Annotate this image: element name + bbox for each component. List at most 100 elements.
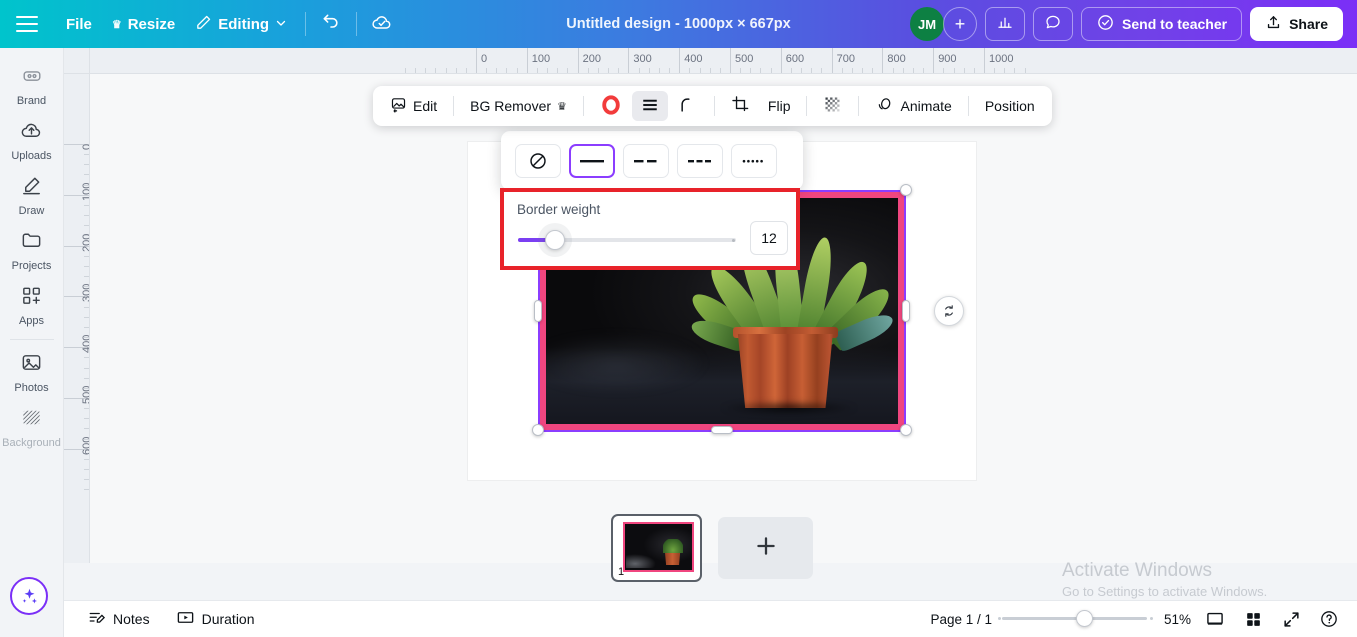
sidebar-item-projects[interactable]: Projects	[2, 222, 62, 277]
ruler-minor-tick	[455, 68, 457, 73]
border-style-short-dash[interactable]	[677, 144, 723, 178]
flip-button[interactable]: Flip	[760, 91, 799, 121]
border-weight-input[interactable]: 12	[750, 221, 788, 255]
editing-mode-button[interactable]: Editing	[185, 8, 297, 41]
add-collaborator-button[interactable]: +	[943, 7, 978, 41]
ruler-minor-tick	[84, 428, 89, 430]
ruler-minor-tick	[973, 68, 975, 73]
share-button[interactable]: Share	[1250, 7, 1343, 41]
slider-thumb[interactable]	[545, 230, 565, 250]
sparkle-icon[interactable]	[10, 577, 48, 615]
resize-button[interactable]: ♛ Resize	[102, 10, 185, 39]
ruler-minor-tick	[994, 68, 996, 73]
expand-icon[interactable]	[1277, 605, 1305, 633]
avatar-initials: JM	[918, 16, 937, 32]
border-weight-slider[interactable]	[518, 230, 736, 250]
ruler-minor-tick	[84, 458, 89, 460]
corner-radius-button[interactable]	[670, 91, 706, 121]
ruler-tick	[933, 48, 935, 73]
notes-button[interactable]: Notes	[80, 605, 158, 634]
help-question-icon[interactable]	[1315, 605, 1343, 633]
ruler-minor-tick	[902, 68, 904, 73]
file-menu-button[interactable]: File	[56, 10, 102, 39]
ruler-minor-tick	[84, 306, 89, 308]
cloud-sync-button[interactable]	[365, 7, 399, 41]
ruler-minor-tick	[465, 68, 467, 73]
ruler-minor-tick	[84, 367, 89, 369]
sidebar-item-photos[interactable]: Photos	[2, 344, 62, 399]
resize-handle-top-right[interactable]	[900, 184, 912, 196]
ruler-minor-tick	[597, 68, 599, 73]
comments-button[interactable]	[1033, 7, 1074, 41]
share-label: Share	[1289, 16, 1328, 32]
grid-view-icon[interactable]	[1239, 605, 1267, 633]
sidebar-item-apps[interactable]: Apps	[2, 277, 62, 332]
insights-button[interactable]	[985, 7, 1026, 41]
toolbar-divider	[582, 96, 584, 116]
flip-label: Flip	[767, 98, 791, 114]
undo-button[interactable]	[314, 7, 348, 41]
ruler-minor-tick	[84, 418, 89, 420]
crop-button[interactable]	[723, 91, 758, 121]
ruler-label: 600	[785, 53, 805, 65]
bg-remover-button[interactable]: BG Remover ♛	[462, 91, 575, 121]
resize-handle-bottom-left[interactable]	[532, 424, 544, 436]
ruler-minor-tick	[709, 68, 711, 73]
ruler-minor-tick	[699, 68, 701, 73]
avatar[interactable]: JM	[910, 7, 945, 41]
sidebar-divider	[9, 339, 54, 340]
border-style-solid[interactable]	[569, 144, 615, 178]
toolbar-divider-2	[356, 12, 358, 36]
ruler-minor-tick	[547, 68, 549, 73]
border-style-dotted[interactable]	[731, 144, 777, 178]
zoom-slider-thumb[interactable]	[1076, 610, 1093, 627]
border-style-none[interactable]	[515, 144, 561, 178]
resize-handle-bottom[interactable]	[711, 426, 733, 434]
animate-label: Animate	[900, 98, 952, 114]
add-page-button[interactable]	[718, 517, 813, 579]
ruler-minor-tick	[719, 68, 721, 73]
ruler-minor-tick	[84, 154, 89, 156]
notes-pencil-icon	[88, 609, 106, 630]
animate-button[interactable]: Animate	[867, 91, 959, 121]
ruler-label: 300	[633, 53, 652, 65]
ruler-label: 500	[81, 385, 90, 404]
vertical-ruler[interactable]: 0 100 200 300 400 500 600	[64, 74, 90, 563]
rotate-icon[interactable]	[934, 296, 964, 326]
border-color-button[interactable]	[592, 91, 630, 121]
crop-icon	[731, 95, 750, 117]
pen-icon	[195, 14, 212, 35]
send-to-teacher-label: Send to teacher	[1122, 16, 1228, 32]
horizontal-ruler[interactable]: 0 100 200 300 400 500 600 700 800 900 1000	[90, 48, 1357, 74]
transparency-button[interactable]	[815, 91, 850, 121]
position-button[interactable]: Position	[977, 91, 1043, 121]
resize-handle-right[interactable]	[902, 300, 910, 322]
border-style-button[interactable]	[631, 91, 668, 121]
resize-handle-bottom-right[interactable]	[900, 424, 912, 436]
ruler-minor-tick	[587, 68, 589, 73]
ruler-minor-tick	[84, 174, 89, 176]
sidebar-item-draw[interactable]: Draw	[2, 167, 62, 222]
ruler-minor-tick	[435, 68, 437, 73]
hamburger-icon[interactable]	[16, 16, 38, 32]
send-to-teacher-button[interactable]: Send to teacher	[1081, 7, 1243, 41]
animate-icon	[875, 95, 894, 117]
sidebar-label-projects: Projects	[11, 260, 52, 272]
undo-arrow-icon	[321, 12, 341, 37]
zoom-slider[interactable]	[998, 610, 1153, 627]
toolbar-divider	[713, 96, 715, 116]
sidebar-item-uploads[interactable]: Uploads	[2, 112, 62, 167]
ruler-label: 500	[735, 53, 754, 65]
duration-button[interactable]: Duration	[168, 604, 263, 634]
zoom-slider-track	[1002, 617, 1147, 620]
edit-image-button[interactable]: Edit	[382, 91, 445, 121]
border-style-lines-icon	[640, 96, 660, 117]
border-style-long-dash[interactable]	[623, 144, 669, 178]
page-thumbnail-1[interactable]: 1	[611, 514, 702, 582]
ruler-minor-tick	[516, 68, 518, 73]
sidebar-item-brand[interactable]: Brand	[2, 58, 62, 112]
presenter-view-icon[interactable]	[1201, 605, 1229, 633]
toolbar-divider	[806, 96, 808, 116]
sidebar-item-background[interactable]: Background	[2, 399, 62, 454]
resize-handle-left[interactable]	[534, 300, 542, 322]
